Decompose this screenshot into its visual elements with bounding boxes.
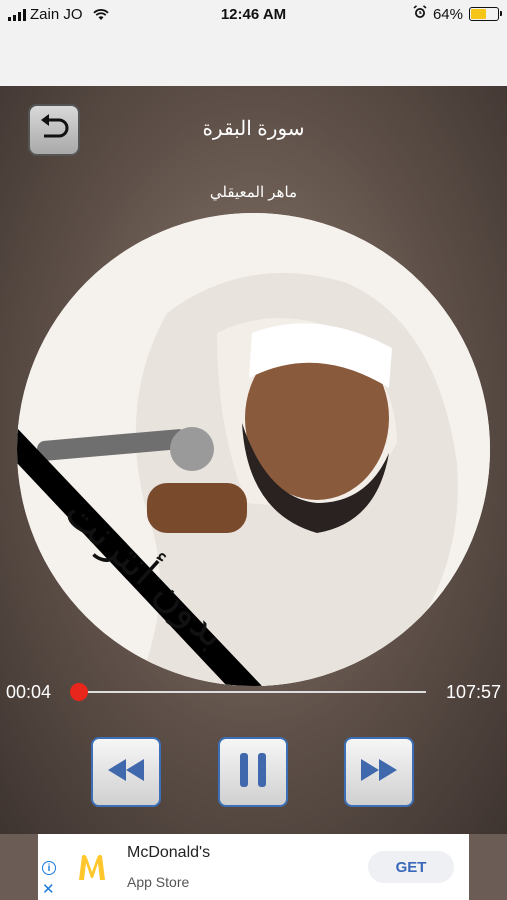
pause-icon [240, 752, 266, 792]
seek-knob[interactable] [70, 683, 88, 701]
alarm-icon [413, 5, 427, 23]
rewind-icon [108, 758, 144, 786]
info-icon[interactable]: i [42, 861, 56, 875]
pause-button[interactable] [218, 737, 288, 807]
fast-forward-icon [361, 758, 397, 786]
get-button[interactable]: GET [368, 851, 454, 883]
ad-app-name: McDonald's [127, 844, 211, 861]
battery-percent: 64% [432, 5, 463, 23]
back-button[interactable] [28, 104, 80, 156]
total-time: 107:57 [445, 682, 501, 702]
ad-banner[interactable]: i ✕ McDonald's App Store GET [38, 834, 469, 900]
battery-icon [469, 7, 502, 21]
battery-fill [471, 9, 486, 19]
mcdonalds-logo [78, 854, 106, 880]
ad-store-label: App Store [127, 874, 190, 890]
navigation-bar [0, 30, 507, 86]
back-arrow-icon [37, 113, 71, 148]
reciter-photo: بدون أنترنت [17, 213, 490, 686]
current-time: 00:04 [6, 682, 52, 702]
close-icon[interactable]: ✕ [42, 880, 55, 898]
reciter-name: ماهر المعيقلي [209, 184, 298, 201]
surah-title: سورة البقرة [202, 118, 305, 140]
status-bar: Zain JO 12:46 AM 64% [0, 0, 507, 30]
fast-forward-button[interactable] [344, 737, 414, 807]
album-cover: بدون أنترنت [17, 213, 490, 686]
seek-track[interactable] [80, 691, 426, 693]
rewind-button[interactable] [91, 737, 161, 807]
status-right: 64% [413, 5, 502, 23]
